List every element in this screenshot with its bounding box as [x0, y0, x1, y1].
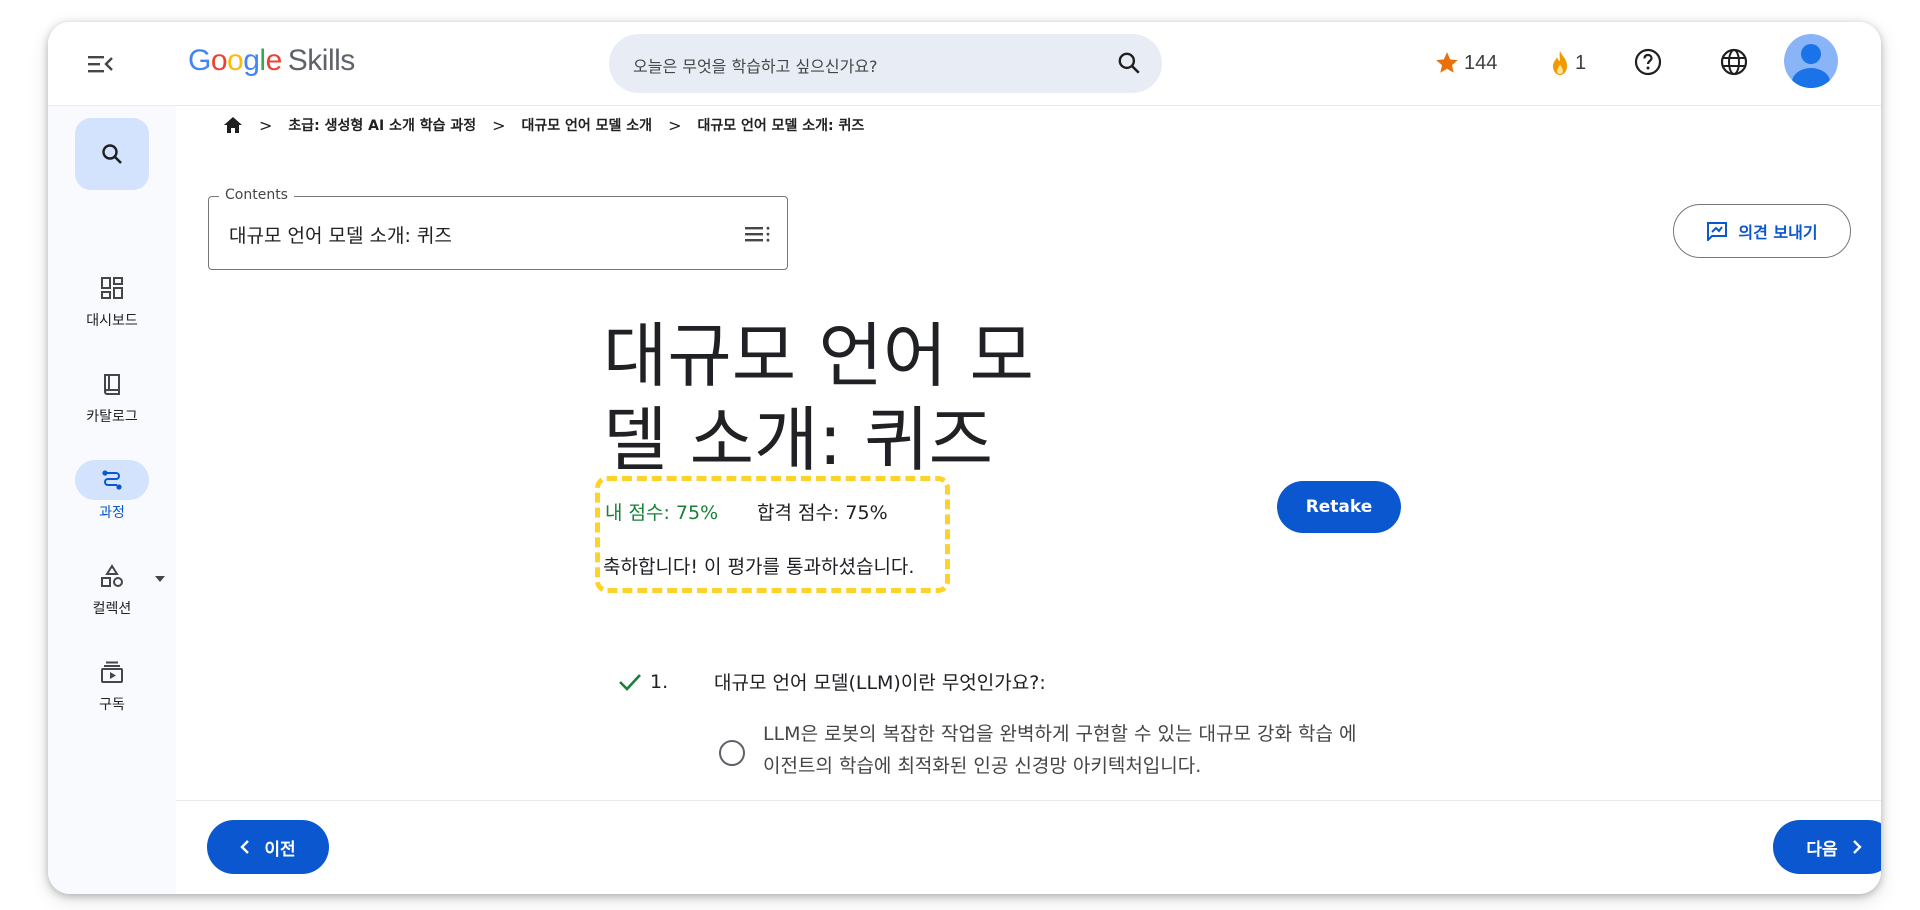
logo-skills-text: Skills	[287, 44, 356, 77]
contents-selected-value: 대규모 언어 모델 소개: 퀴즈	[229, 225, 452, 247]
contents-select[interactable]: Contents 대규모 언어 모델 소개: 퀴즈	[208, 187, 788, 270]
next-label: 다음	[1806, 839, 1838, 860]
my-score: 내 점수: 75%	[605, 502, 719, 524]
streak-count: 1	[1575, 51, 1587, 74]
menu-collapse-icon	[88, 56, 113, 73]
footer-nav: 이전 다음	[176, 800, 1881, 894]
flame-icon	[1553, 51, 1567, 75]
sidebar-item-label: 카탈로그	[86, 409, 138, 425]
breadcrumb-separator: >	[259, 115, 273, 135]
sidebar-item-subscriptions[interactable]: 구독	[48, 652, 176, 714]
search-input[interactable]: 오늘은 무엇을 학습하고 싶으신가요?	[609, 34, 1162, 93]
answer-option[interactable]: LLM은 로봇의 복잡한 작업을 완벽하게 구현할 수 있는 대규모 강화 학습…	[719, 718, 1363, 782]
dashboard-icon	[75, 268, 149, 308]
question-row: 1. 대규모 언어 모델(LLM)이란 무엇인가요?:	[618, 668, 1046, 695]
contents-label: Contents	[219, 187, 294, 203]
search-placeholder: 오늘은 무엇을 학습하고 싶으신가요?	[633, 57, 878, 76]
sidebar-search-button[interactable]	[75, 118, 149, 190]
menu-collapse-button[interactable]	[86, 52, 114, 76]
feedback-label: 의견 보내기	[1738, 223, 1818, 242]
breadcrumb-item[interactable]: 초급: 생성형 AI 소개 학습 과정	[288, 115, 476, 135]
sidebar-item-courses[interactable]: 과정	[48, 460, 176, 522]
shapes-icon	[75, 556, 149, 596]
sidebar-item-label: 과정	[99, 505, 125, 521]
stars-stat[interactable]: 144	[1434, 50, 1497, 76]
answer-option-text: LLM은 로봇의 복잡한 작업을 완벽하게 구현할 수 있는 대규모 강화 학습…	[763, 723, 1357, 777]
book-icon	[75, 364, 149, 404]
stars-count: 144	[1464, 51, 1498, 74]
sidebar-item-label: 컬렉션	[92, 601, 132, 617]
user-avatar-icon	[1784, 34, 1838, 88]
sidebar-item-label: 구독	[99, 697, 125, 713]
route-icon	[75, 460, 149, 500]
chevron-left-icon	[240, 840, 250, 854]
sidebar-item-label: 대시보드	[86, 313, 138, 329]
question-number: 1.	[650, 670, 669, 693]
home-icon[interactable]	[223, 116, 243, 134]
retake-button[interactable]: Retake	[1277, 481, 1401, 533]
next-button[interactable]: 다음	[1773, 820, 1881, 874]
breadcrumb-item-current: 대규모 언어 모델 소개: 퀴즈	[697, 118, 865, 134]
breadcrumb-separator: >	[668, 115, 682, 135]
google-skills-logo[interactable]: Google Skills	[188, 44, 355, 78]
streak-stat[interactable]: 1	[1549, 50, 1586, 76]
question-text: 대규모 언어 모델(LLM)이란 무엇인가요?:	[714, 672, 1046, 694]
search-icon[interactable]	[1116, 50, 1142, 76]
sidebar-item-collections[interactable]: 컬렉션	[48, 556, 176, 618]
subscriptions-icon	[75, 652, 149, 692]
previous-label: 이전	[264, 839, 296, 860]
feedback-icon	[1707, 222, 1728, 241]
check-icon	[619, 673, 641, 691]
chevron-right-icon	[1852, 840, 1862, 854]
sidebar-item-catalog[interactable]: 카탈로그	[48, 364, 176, 426]
search-icon	[102, 144, 122, 164]
breadcrumb-separator: >	[492, 115, 506, 135]
avatar[interactable]	[1784, 34, 1838, 88]
previous-button[interactable]: 이전	[207, 820, 329, 874]
page-title: 대규모 언어 모델 소개: 퀴즈	[603, 315, 1034, 481]
answer-radio[interactable]	[719, 740, 745, 766]
top-header: Google Skills 오늘은 무엇을 학습하고 싶으신가요? 144 1	[48, 22, 1881, 106]
sidebar-item-dashboard[interactable]: 대시보드	[48, 268, 176, 330]
breadcrumb-item[interactable]: 대규모 언어 모델 소개	[522, 115, 653, 135]
list-icon	[745, 226, 770, 242]
pass-message: 축하합니다! 이 평가를 통과하셨습니다.	[603, 556, 915, 578]
sidebar: 대시보드 카탈로그 과정 컬렉션 구독	[48, 106, 176, 894]
language-globe-icon[interactable]	[1718, 46, 1750, 78]
send-feedback-button[interactable]: 의견 보내기	[1673, 204, 1851, 258]
breadcrumb: > 초급: 생성형 AI 소개 학습 과정 > 대규모 언어 모델 소개 > 대…	[223, 115, 864, 135]
passing-score: 합격 점수: 75%	[757, 502, 888, 524]
help-icon[interactable]	[1632, 46, 1664, 78]
chevron-down-icon[interactable]	[155, 576, 165, 582]
app-window: GoogleSkills 오늘은 무엇을 학습하고 싶으신가요? 144 1	[48, 22, 1881, 894]
star-icon	[1436, 52, 1458, 73]
